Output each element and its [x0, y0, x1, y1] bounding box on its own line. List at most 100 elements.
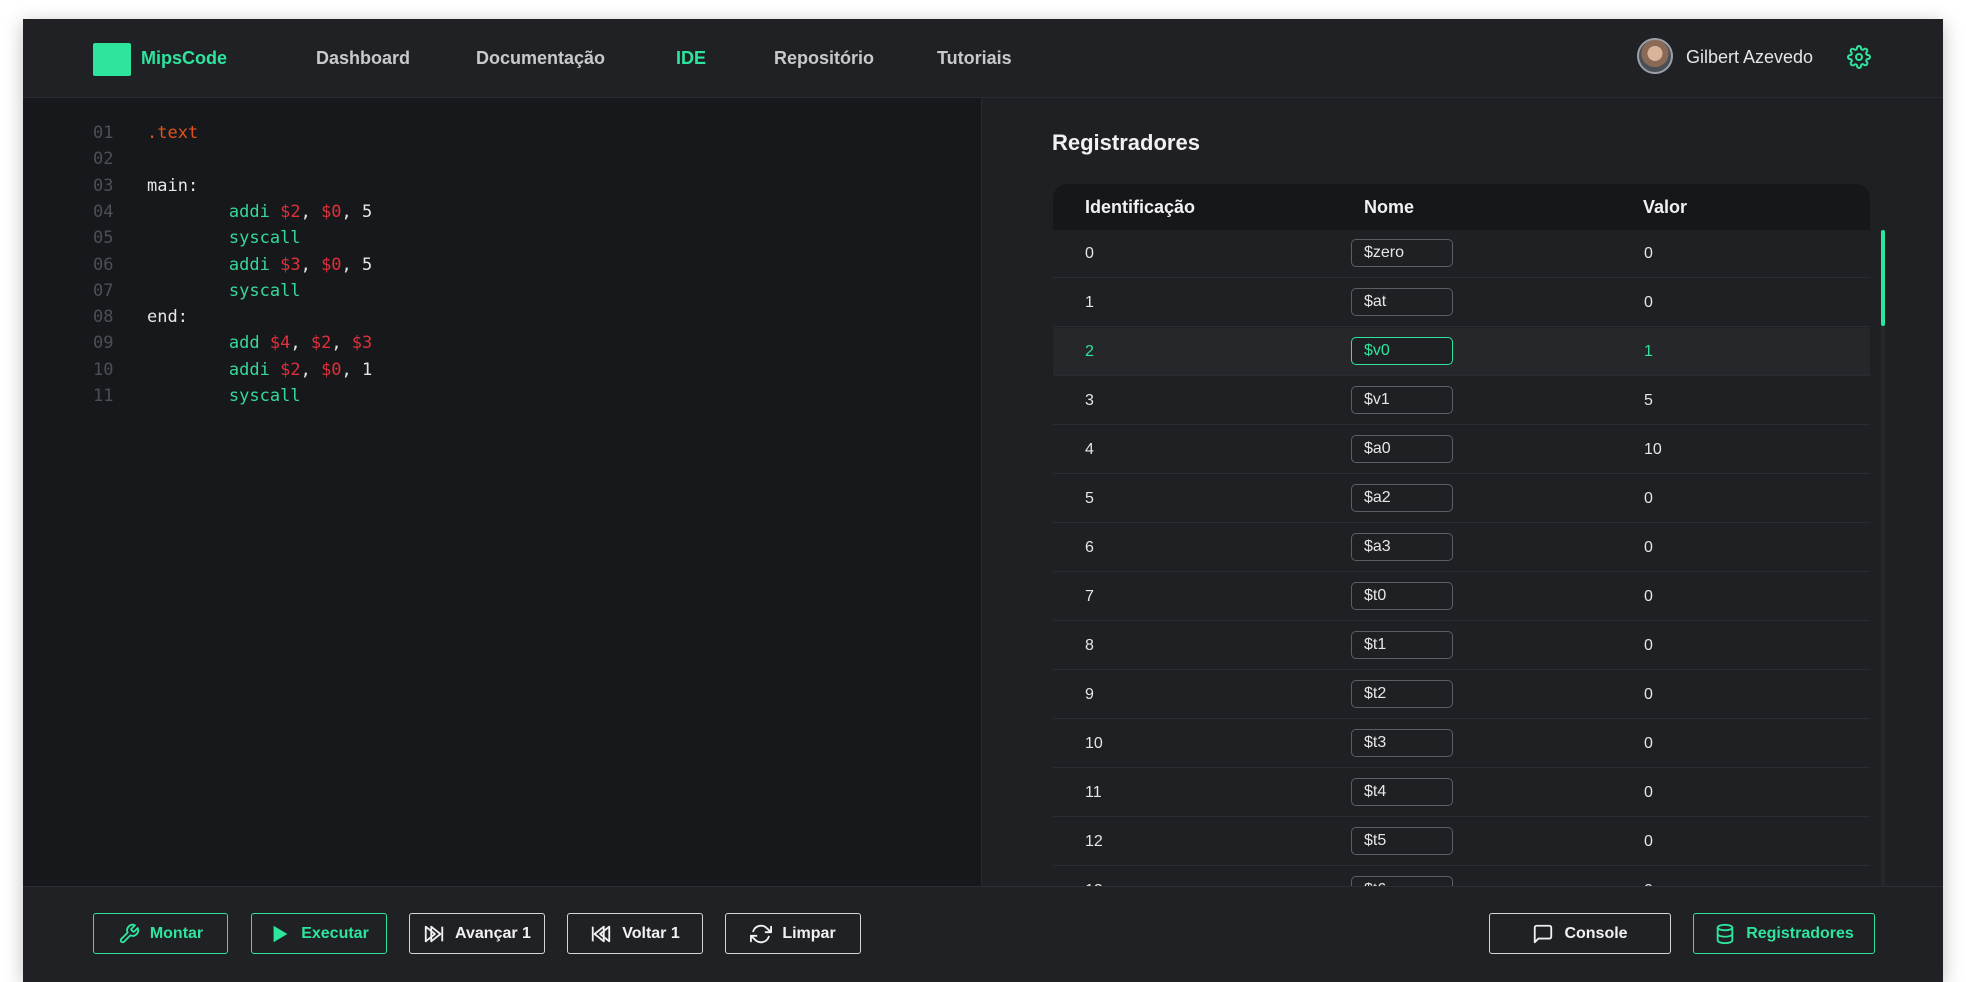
table-row[interactable]: 0 $zero 0 [1053, 230, 1870, 278]
column-header-name: Nome [1364, 197, 1415, 217]
register-name-field[interactable]: $v1 [1351, 386, 1453, 414]
line-number: 04 [93, 201, 114, 222]
register-id: 8 [1085, 637, 1094, 654]
registers-table: Identificação Nome Valor 0 $zero 0 1 $at 0 2 $v… [1053, 184, 1870, 886]
register-value: 0 [1644, 637, 1653, 654]
register-value: 0 [1644, 294, 1653, 311]
register-name-field[interactable]: $t0 [1351, 582, 1453, 610]
code-token: $3 [280, 254, 301, 275]
avancar-button[interactable]: Avançar 1 [409, 913, 545, 954]
nav-dashboard[interactable]: Dashboard [316, 48, 410, 69]
montar-label: Montar [149, 924, 204, 942]
avatar[interactable] [1637, 38, 1673, 74]
code-token: addi [228, 254, 270, 275]
code-token: , 5 [341, 201, 373, 222]
register-value: 0 [1644, 784, 1653, 801]
voltar-button[interactable]: Voltar 1 [567, 913, 703, 954]
register-name-field[interactable]: $t3 [1351, 729, 1453, 757]
step-forward-icon [424, 925, 444, 942]
code-text: addi $3, $0, 5 [147, 252, 372, 278]
register-value: 5 [1644, 392, 1653, 409]
console-button[interactable]: Console [1489, 913, 1671, 954]
table-row[interactable]: 11 $t4 0 [1053, 769, 1870, 817]
table-row[interactable]: 3 $v1 5 [1053, 377, 1870, 425]
user-name[interactable]: Gilbert Azevedo [1686, 47, 1813, 68]
code-editor[interactable]: 01 .text 02 03 main: 04 addi $2, $0, 5 05 sysc… [23, 98, 981, 886]
table-row[interactable]: 10 $t3 0 [1053, 720, 1870, 768]
register-name-field[interactable]: $a2 [1351, 484, 1453, 512]
code-token: $2 [310, 333, 332, 354]
table-row[interactable]: 1 $at 0 [1053, 279, 1870, 327]
logo-icon[interactable] [93, 43, 131, 76]
table-row[interactable]: 2 $v0 1 [1053, 328, 1870, 376]
code-text: syscall [147, 225, 301, 251]
register-name-field[interactable]: $t1 [1351, 631, 1453, 659]
table-row[interactable]: 7 $t0 0 [1053, 573, 1870, 621]
code-token: , [300, 254, 322, 275]
code-token: addi [228, 359, 270, 380]
code-text: end: [147, 304, 188, 330]
nav-repositorio[interactable]: Repositório [774, 48, 874, 69]
register-id: 2 [1085, 343, 1094, 360]
register-value: 0 [1644, 539, 1653, 556]
register-name-field[interactable]: $a3 [1351, 533, 1453, 561]
table-row[interactable]: 8 $t1 0 [1053, 622, 1870, 670]
code-token: $4 [269, 333, 291, 354]
bottom-toolbar: Montar Executar Avançar 1 Voltar 1 Limpa… [23, 886, 1943, 982]
code-token: syscall [228, 280, 301, 301]
register-value: 0 [1644, 588, 1653, 605]
register-name-field[interactable]: $zero [1351, 239, 1453, 267]
register-name-field[interactable]: $t2 [1351, 680, 1453, 708]
registradores-button[interactable]: Registradores [1693, 913, 1875, 954]
register-name-field[interactable]: $at [1351, 288, 1453, 316]
register-id: 10 [1085, 735, 1103, 752]
limpar-label: Limpar [782, 924, 836, 942]
chat-icon [1534, 924, 1553, 943]
nav-tutoriais[interactable]: Tutoriais [937, 48, 1012, 69]
limpar-button[interactable]: Limpar [725, 913, 861, 954]
register-id: 5 [1085, 490, 1094, 507]
table-row[interactable]: 13$t60 [1053, 867, 1870, 886]
executar-button[interactable]: Executar [251, 913, 387, 954]
register-name-field[interactable]: $t6 [1351, 876, 1453, 886]
code-token: $2 [280, 201, 301, 222]
register-value: 0 [1644, 833, 1653, 850]
code-token: $3 [351, 333, 373, 354]
gear-icon[interactable] [1847, 45, 1871, 69]
table-row[interactable]: 4 $a0 10 [1053, 426, 1870, 474]
brand-name[interactable]: MipsCode [141, 48, 227, 69]
table-row[interactable]: 6 $a3 0 [1053, 524, 1870, 572]
table-row[interactable]: 9 $t2 0 [1053, 671, 1870, 719]
register-name-field[interactable]: $a0 [1351, 435, 1453, 463]
code-token: , [290, 333, 311, 354]
register-id: 0 [1085, 245, 1094, 262]
code-token: $0 [321, 359, 342, 380]
registradores-label: Registradores [1746, 924, 1854, 942]
table-row[interactable]: 12 $t5 0 [1053, 818, 1870, 866]
register-id: 11 [1085, 784, 1102, 801]
nav-ide[interactable]: IDE [676, 48, 706, 69]
register-value: 1 [1644, 343, 1653, 360]
console-label: Console [1564, 924, 1628, 942]
table-row[interactable]: 5 $a2 0 [1053, 475, 1870, 523]
register-value: 0 [1644, 245, 1653, 262]
code-token: end: [147, 307, 188, 328]
register-name-field[interactable]: $t4 [1351, 778, 1453, 806]
nav-documentacao[interactable]: Documentação [476, 48, 605, 69]
montar-button[interactable]: Montar [93, 913, 228, 954]
register-name-field[interactable]: $t5 [1351, 827, 1453, 855]
code-text: syscall [147, 383, 301, 409]
scrollbar-track[interactable] [1881, 230, 1885, 886]
app-window: MipsCode Dashboard Documentação IDE Repo… [23, 19, 1943, 982]
registers-title: Registradores [1052, 130, 1200, 155]
scrollbar-thumb[interactable] [1881, 230, 1885, 326]
column-header-id: Identificação [1085, 197, 1196, 217]
voltar-label: Voltar 1 [622, 924, 680, 942]
register-name-field[interactable]: $v0 [1351, 337, 1453, 365]
line-number: 01 [93, 123, 114, 143]
